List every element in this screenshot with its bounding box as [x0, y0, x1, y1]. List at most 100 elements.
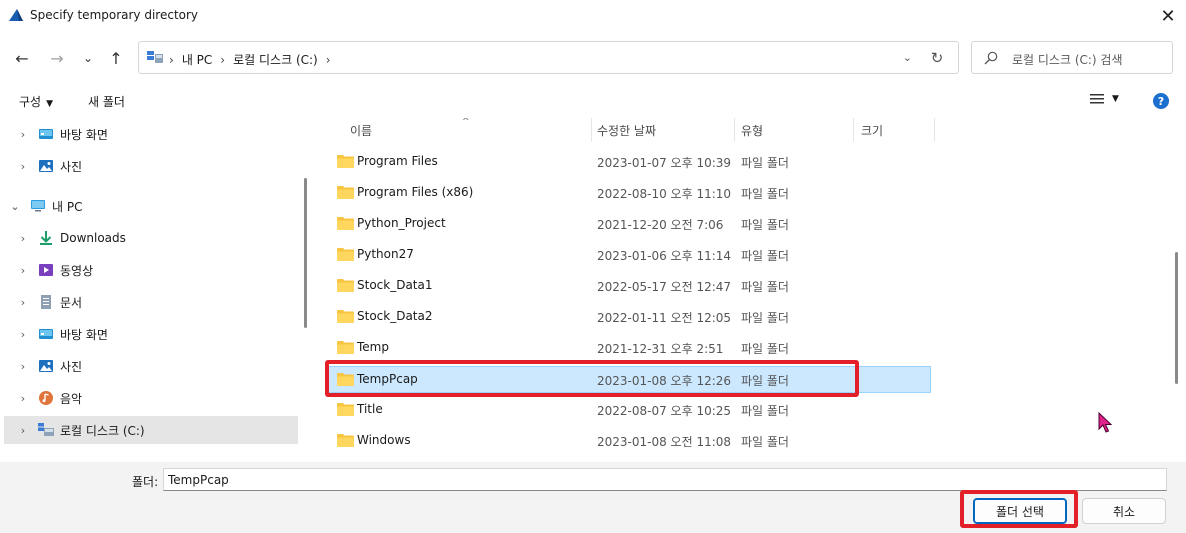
file-date: 2022-08-07 오후 10:25 — [597, 404, 732, 418]
organize-label: 구성 — [19, 95, 42, 109]
file-list-scrollbar[interactable] — [1175, 252, 1178, 384]
expand-chevron-icon[interactable]: › — [16, 424, 30, 437]
address-dropdown-icon[interactable]: ⌄ — [903, 51, 912, 64]
tree-item-label: 문서 — [60, 295, 83, 310]
cancel-button[interactable]: 취소 — [1082, 498, 1166, 524]
tree-item-desktop[interactable]: › 바탕 화면 — [16, 120, 298, 148]
up-button[interactable]: ↑ — [104, 46, 128, 70]
folder-icon — [337, 217, 354, 230]
help-button[interactable]: ? — [1153, 93, 1169, 109]
tree-item-videos[interactable]: › 동영상 — [16, 256, 298, 284]
tree-item-label: Downloads — [60, 231, 126, 245]
file-type: 파일 폴더 — [741, 280, 789, 294]
file-row[interactable]: Title 2022-08-07 오후 10:25 파일 폴더 — [326, 396, 846, 423]
file-row[interactable]: Program Files (x86) 2022-08-10 오후 11:10 … — [326, 179, 846, 206]
file-date: 2023-01-08 오전 11:08 — [597, 435, 732, 449]
search-box[interactable]: 로컬 디스크 (C:) 검색 — [971, 41, 1173, 74]
app-icon — [9, 9, 23, 21]
recent-locations-button[interactable]: ⌄ — [76, 46, 100, 70]
new-folder-button[interactable]: 새 폴더 — [88, 93, 125, 110]
nav-pane-scrollbar[interactable] — [304, 178, 307, 328]
tree-item-label: 음악 — [60, 391, 83, 406]
file-type: 파일 폴더 — [741, 249, 789, 263]
tree-item-music[interactable]: › 음악 — [16, 384, 298, 412]
tree-item-this-pc[interactable]: ⌄ 내 PC — [8, 192, 298, 220]
column-header-modified[interactable]: 수정한 날짜 — [597, 118, 737, 142]
tree-item-label: 바탕 화면 — [60, 327, 108, 342]
close-button[interactable]: ✕ — [1150, 0, 1186, 32]
forward-button[interactable]: → — [45, 46, 69, 70]
file-name: Python27 — [357, 247, 414, 261]
column-header-size[interactable]: 크기 — [861, 118, 931, 142]
expand-chevron-icon[interactable]: › — [16, 264, 30, 277]
column-header-type-label: 유형 — [741, 123, 764, 138]
pictures-icon — [39, 360, 53, 372]
organize-button[interactable]: 구성 ▼ — [19, 93, 53, 110]
file-type: 파일 폴더 — [741, 187, 789, 201]
breadcrumb-item-this-pc[interactable]: 내 PC — [182, 51, 212, 68]
column-header-type[interactable]: 유형 — [741, 118, 851, 142]
expand-chevron-icon[interactable]: › — [16, 160, 30, 173]
desktop-icon — [39, 329, 53, 339]
folder-name-input[interactable] — [163, 468, 1167, 491]
expand-chevron-icon[interactable]: › — [16, 392, 30, 405]
file-type: 파일 폴더 — [741, 435, 789, 449]
file-name: Program Files (x86) — [357, 185, 474, 199]
tree-item-local-disk[interactable]: › 로컬 디스크 (C:) — [4, 416, 298, 444]
tree-item-documents[interactable]: › 문서 — [16, 288, 298, 316]
column-divider[interactable] — [934, 118, 935, 142]
address-bar[interactable]: › 내 PC › 로컬 디스크 (C:) › ⌄ ↻ — [138, 41, 959, 74]
column-header-name[interactable]: 이름 ^ — [316, 118, 591, 142]
back-button[interactable]: ← — [10, 46, 34, 70]
navigation-pane: › 바탕 화면 › 사진 ⌄ 내 PC › Downloads › 동영상 › … — [0, 118, 312, 458]
search-input[interactable]: 로컬 디스크 (C:) 검색 — [1012, 51, 1123, 68]
navigation-bar: ← → ⌄ ↑ › 내 PC › 로컬 디스크 (C:) › ⌄ ↻ 로컬 디스… — [0, 36, 1186, 80]
column-divider[interactable] — [853, 118, 854, 142]
tree-item-pictures[interactable]: › 사진 — [16, 152, 298, 180]
expand-chevron-icon[interactable]: › — [16, 328, 30, 341]
tree-item-desktop-2[interactable]: › 바탕 화면 — [16, 320, 298, 348]
column-divider[interactable] — [734, 118, 735, 142]
tree-item-downloads[interactable]: › Downloads — [16, 224, 298, 252]
tree-item-pictures-2[interactable]: › 사진 — [16, 352, 298, 380]
up-arrow-icon: ↑ — [109, 48, 123, 68]
caret-down-icon: ▼ — [1112, 94, 1119, 104]
collapse-chevron-icon[interactable]: ⌄ — [8, 200, 22, 213]
breadcrumb: › 내 PC › 로컬 디스크 (C:) › — [169, 51, 339, 68]
folder-icon — [337, 248, 354, 261]
file-row[interactable]: Stock_Data1 2022-05-17 오전 12:47 파일 폴더 — [326, 272, 846, 299]
expand-chevron-icon[interactable]: › — [16, 360, 30, 373]
file-name: Title — [357, 402, 383, 416]
breadcrumb-item-local-disk[interactable]: 로컬 디스크 (C:) — [233, 51, 318, 68]
tree-item-label: 내 PC — [52, 199, 83, 214]
column-divider[interactable] — [591, 118, 592, 142]
file-name: Windows — [357, 433, 411, 447]
drive-icon — [38, 423, 54, 436]
breadcrumb-separator-icon: › — [220, 52, 226, 67]
pictures-icon — [39, 160, 53, 172]
file-row[interactable]: Temp 2021-12-31 오후 2:51 파일 폴더 — [326, 334, 846, 361]
folder-icon — [337, 341, 354, 354]
folder-icon — [337, 279, 354, 292]
view-options-button[interactable]: ▼ — [1090, 93, 1119, 105]
file-row[interactable]: Program Files 2023-01-07 오후 10:39 파일 폴더 — [326, 148, 846, 175]
file-date: 2022-08-10 오후 11:10 — [597, 187, 732, 201]
expand-chevron-icon[interactable]: › — [16, 128, 30, 141]
file-row[interactable]: Windows 2023-01-08 오전 11:08 파일 폴더 — [326, 427, 846, 454]
help-icon: ? — [1157, 94, 1165, 108]
file-type: 파일 폴더 — [741, 342, 789, 356]
file-type: 파일 폴더 — [741, 311, 789, 325]
file-row[interactable]: Python27 2023-01-06 오후 11:14 파일 폴더 — [326, 241, 846, 268]
search-icon — [984, 51, 998, 65]
file-row[interactable]: Stock_Data2 2022-01-11 오전 12:05 파일 폴더 — [326, 303, 846, 330]
file-date: 2023-01-06 오후 11:14 — [597, 249, 732, 263]
cancel-label: 취소 — [1112, 504, 1136, 519]
expand-chevron-icon[interactable]: › — [16, 296, 30, 309]
file-row[interactable]: Python_Project 2021-12-20 오전 7:06 파일 폴더 — [326, 210, 846, 237]
tree-item-label: 사진 — [60, 359, 83, 374]
highlight-box-select-button — [960, 490, 1078, 528]
tree-item-label: 사진 — [60, 159, 83, 174]
refresh-button[interactable]: ↻ — [928, 49, 946, 67]
expand-chevron-icon[interactable]: › — [16, 232, 30, 245]
column-header-modified-label: 수정한 날짜 — [597, 123, 657, 138]
